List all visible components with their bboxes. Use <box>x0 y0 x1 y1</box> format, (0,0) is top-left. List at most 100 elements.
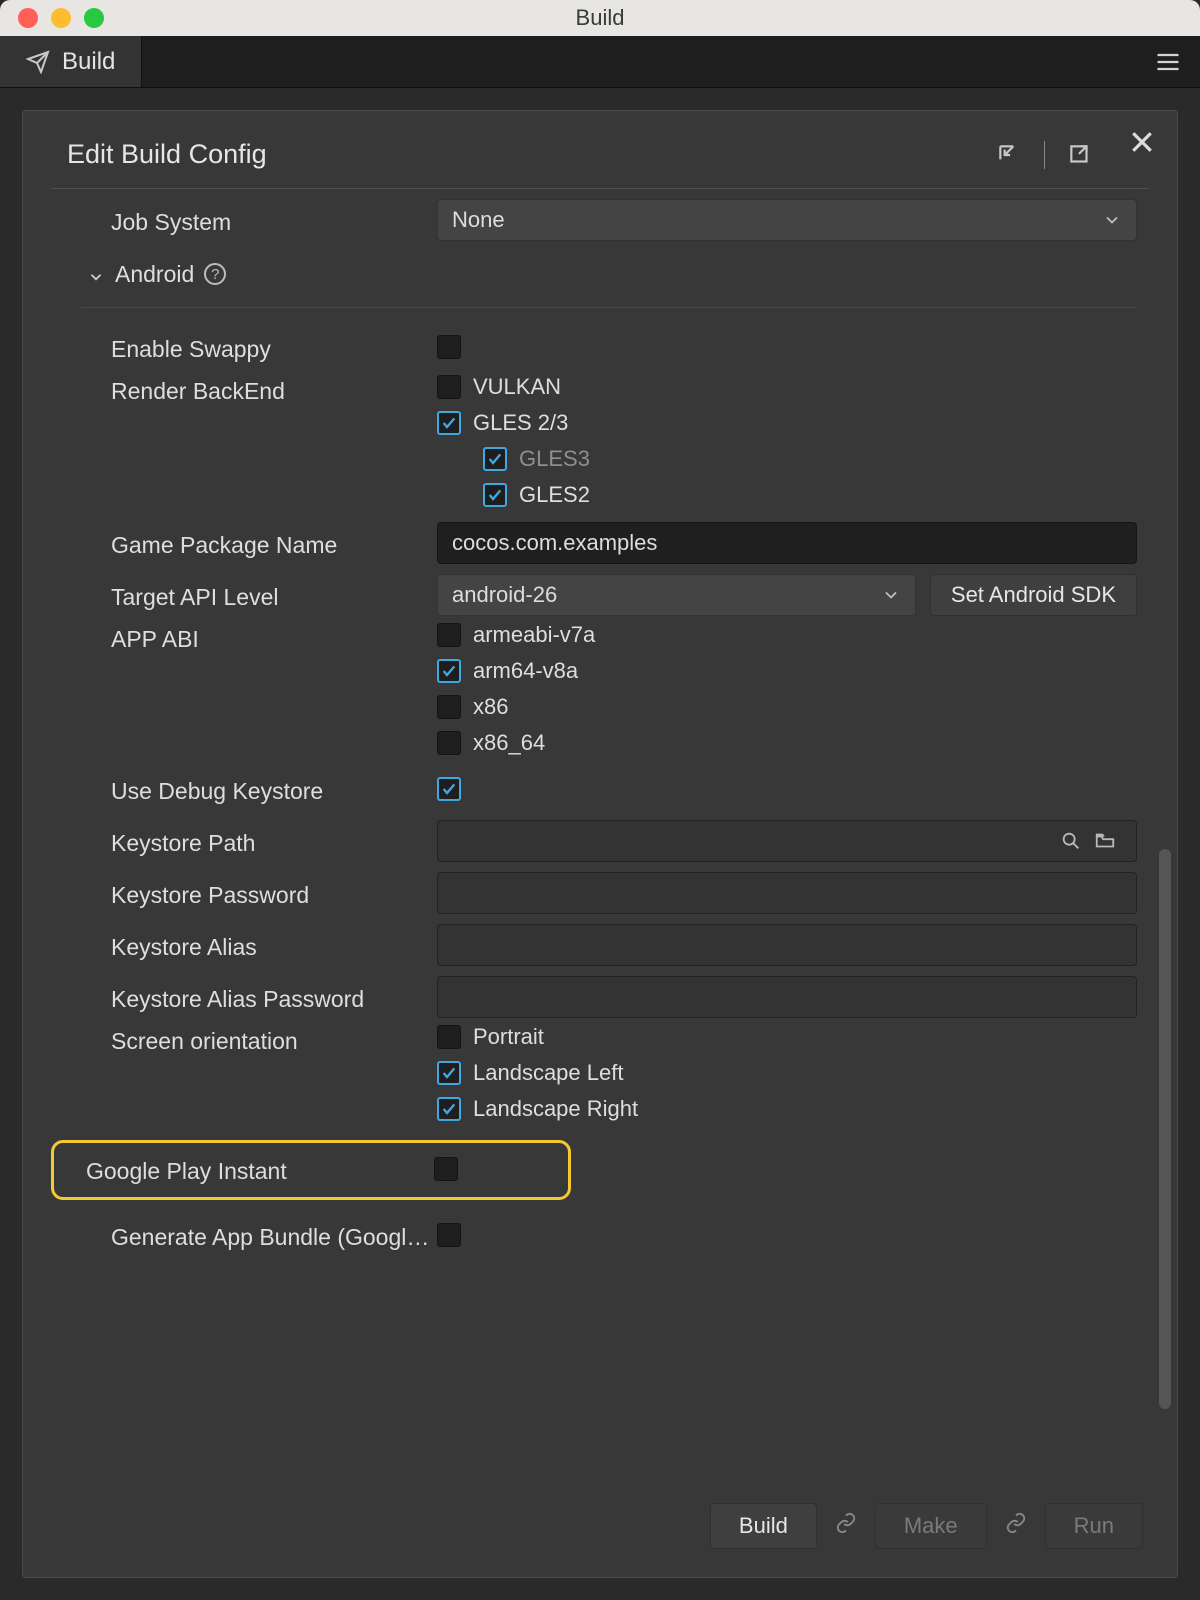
gles3-label: GLES3 <box>519 446 590 472</box>
chevron-down-icon <box>881 585 901 605</box>
divider <box>1044 141 1045 169</box>
zoom-window-button[interactable] <box>84 8 104 28</box>
section-android-label: Android <box>115 261 194 288</box>
debug-keystore-checkbox[interactable] <box>437 777 461 801</box>
keystore-password-input[interactable] <box>437 872 1137 914</box>
row-google-play-instant: Google Play Instant <box>54 1149 558 1189</box>
target-api-value: android-26 <box>452 582 557 608</box>
window-titlebar: Build <box>0 0 1200 36</box>
row-app-bundle: Generate App Bundle (Googl… <box>57 1210 1137 1260</box>
tab-build[interactable]: Build <box>0 36 142 87</box>
panel-header-actions <box>996 141 1093 169</box>
link-icon <box>835 1512 857 1540</box>
row-screen-orientation: Screen orientation Portrait Landscape Le… <box>57 1024 1137 1122</box>
traffic-lights <box>18 8 104 28</box>
checkbox-gles23[interactable]: GLES 2/3 <box>437 410 590 436</box>
help-icon[interactable]: ? <box>204 263 226 285</box>
target-api-select[interactable]: android-26 <box>437 574 916 616</box>
panel-body: Job System None Android ? E <box>23 189 1177 1485</box>
app-bundle-checkbox[interactable] <box>437 1223 461 1247</box>
label-job-system: Job System <box>57 205 437 236</box>
form: Job System None Android ? E <box>57 195 1167 1260</box>
google-play-instant-checkbox[interactable] <box>434 1157 458 1181</box>
checkbox-x86[interactable]: x86 <box>437 694 595 720</box>
row-app-abi: APP ABI armeabi-v7a arm64-v8a <box>57 622 1137 756</box>
label-package-name: Game Package Name <box>57 528 437 559</box>
build-button[interactable]: Build <box>710 1503 817 1549</box>
tab-label: Build <box>62 48 115 76</box>
hamburger-icon <box>1154 48 1182 76</box>
keystore-path-input[interactable] <box>437 820 1137 862</box>
job-system-select[interactable]: None <box>437 199 1137 241</box>
label-keystore-alias-password: Keystore Alias Password <box>57 982 437 1013</box>
package-name-value: cocos.com.examples <box>452 530 657 556</box>
checkbox-gles3[interactable]: GLES3 <box>483 446 590 472</box>
label-target-api: Target API Level <box>57 580 437 611</box>
enable-swappy-checkbox[interactable] <box>437 335 461 359</box>
row-keystore-path: Keystore Path <box>57 816 1137 866</box>
minimize-window-button[interactable] <box>51 8 71 28</box>
section-divider <box>81 307 1137 308</box>
row-enable-swappy: Enable Swappy <box>57 322 1137 372</box>
google-play-instant-highlight: Google Play Instant <box>51 1140 571 1200</box>
export-icon[interactable] <box>1067 142 1093 168</box>
gles23-label: GLES 2/3 <box>473 410 568 436</box>
paper-plane-icon <box>26 50 50 74</box>
checkbox-portrait[interactable]: Portrait <box>437 1024 638 1050</box>
set-android-sdk-button[interactable]: Set Android SDK <box>930 574 1137 616</box>
import-icon[interactable] <box>996 142 1022 168</box>
keystore-alias-input[interactable] <box>437 924 1137 966</box>
row-render-backend: Render BackEnd VULKAN GLES 2/3 <box>57 374 1137 508</box>
label-keystore-path: Keystore Path <box>57 826 437 857</box>
package-name-input[interactable]: cocos.com.examples <box>437 522 1137 564</box>
label-google-play-instant: Google Play Instant <box>54 1154 434 1185</box>
row-android-section[interactable]: Android ? <box>57 247 1137 297</box>
x86-64-label: x86_64 <box>473 730 545 756</box>
label-keystore-alias: Keystore Alias <box>57 930 437 961</box>
chevron-down-icon <box>87 265 105 283</box>
keystore-alias-password-input[interactable] <box>437 976 1137 1018</box>
checkbox-gles2[interactable]: GLES2 <box>483 482 590 508</box>
panel-title: Edit Build Config <box>67 139 267 170</box>
checkbox-arm64-v8a[interactable]: arm64-v8a <box>437 658 595 684</box>
label-enable-swappy: Enable Swappy <box>57 332 437 363</box>
label-app-bundle: Generate App Bundle (Googl… <box>57 1220 437 1251</box>
checkbox-armeabi-v7a[interactable]: armeabi-v7a <box>437 622 595 648</box>
menu-button[interactable] <box>1136 36 1200 87</box>
close-window-button[interactable] <box>18 8 38 28</box>
make-button[interactable]: Make <box>875 1503 987 1549</box>
arm64-label: arm64-v8a <box>473 658 578 684</box>
row-target-api: Target API Level android-26 Set Android … <box>57 570 1137 620</box>
tab-bar: Build <box>0 36 1200 88</box>
row-keystore-alias: Keystore Alias <box>57 920 1137 970</box>
chevron-down-icon <box>1102 210 1122 230</box>
checkbox-x86-64[interactable]: x86_64 <box>437 730 595 756</box>
landscape-right-label: Landscape Right <box>473 1096 638 1122</box>
armeabi-label: armeabi-v7a <box>473 622 595 648</box>
window-title: Build <box>0 5 1200 31</box>
row-package-name: Game Package Name cocos.com.examples <box>57 518 1137 568</box>
search-icon[interactable] <box>1060 830 1082 852</box>
job-system-value: None <box>452 207 505 233</box>
row-job-system: Job System None <box>57 195 1137 245</box>
label-keystore-password: Keystore Password <box>57 878 437 909</box>
label-render-backend: Render BackEnd <box>57 374 437 405</box>
portrait-label: Portrait <box>473 1024 544 1050</box>
scrollbar[interactable] <box>1159 849 1171 1409</box>
row-keystore-password: Keystore Password <box>57 868 1137 918</box>
folder-open-icon[interactable] <box>1094 830 1116 852</box>
row-debug-keystore: Use Debug Keystore <box>57 764 1137 814</box>
label-app-abi: APP ABI <box>57 622 437 653</box>
checkbox-landscape-left[interactable]: Landscape Left <box>437 1060 638 1086</box>
checkbox-landscape-right[interactable]: Landscape Right <box>437 1096 638 1122</box>
vulkan-label: VULKAN <box>473 374 561 400</box>
link-icon <box>1005 1512 1027 1540</box>
landscape-left-label: Landscape Left <box>473 1060 623 1086</box>
panel-footer: Build Make Run <box>23 1485 1177 1577</box>
label-debug-keystore: Use Debug Keystore <box>57 774 437 805</box>
checkbox-vulkan[interactable]: VULKAN <box>437 374 590 400</box>
row-keystore-alias-password: Keystore Alias Password <box>57 972 1137 1022</box>
run-button[interactable]: Run <box>1045 1503 1143 1549</box>
build-config-panel: Edit Build Config Job System None <box>22 110 1178 1578</box>
gles2-label: GLES2 <box>519 482 590 508</box>
